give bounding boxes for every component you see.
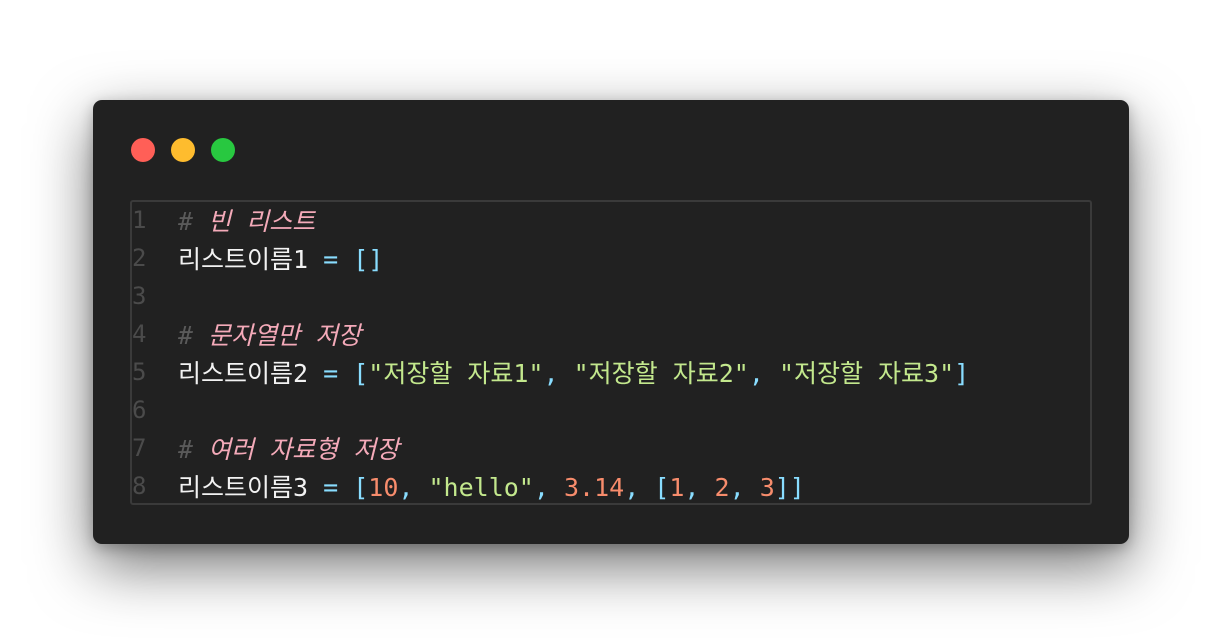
code-token-num: 3.14 [563, 473, 625, 502]
code-token-num: 10 [368, 473, 399, 502]
line-number: 2 [132, 244, 147, 272]
code-line: 1 # 빈 리스트 [132, 201, 315, 239]
code-token-op: , [729, 473, 760, 502]
line-number: 7 [132, 434, 147, 462]
line-number: 1 [132, 206, 147, 234]
maximize-window-button[interactable] [211, 138, 235, 162]
code-line: 5 리스트이름2 = ["저장할 자료1", "저장할 자료2", "저장할 자료… [132, 353, 969, 391]
code-token-hash: # [178, 435, 209, 464]
code-token-op: , [398, 473, 429, 502]
code-token-comment: 여러 자료형 저장 [208, 435, 400, 464]
code-token-op: , [684, 473, 715, 502]
code-token-op: , [748, 359, 779, 388]
code-line: 8 리스트이름3 = [10, "hello", 3.14, [1, 2, 3]] [132, 467, 805, 505]
code-token-ident: 리스트이름2 [178, 359, 309, 388]
code-text: # 빈 리스트 [178, 202, 315, 238]
code-token-hash: # [178, 321, 209, 350]
code-line: 3 [132, 277, 178, 315]
code-token-str: "저장할 자료3" [778, 359, 955, 388]
code-text: 리스트이름1 = [] [178, 240, 383, 276]
code-token-ident: 리스트이름3 [178, 473, 309, 502]
close-window-button[interactable] [131, 138, 155, 162]
code-text: # 문자열만 저장 [178, 316, 361, 352]
code-text: 리스트이름2 = ["저장할 자료1", "저장할 자료2", "저장할 자료3… [178, 354, 969, 390]
minimize-window-button[interactable] [171, 138, 195, 162]
code-line: 2 리스트이름1 = [] [132, 239, 383, 277]
code-token-op: ] [954, 359, 970, 388]
code-line: 7 # 여러 자료형 저장 [132, 429, 399, 467]
code-token-op: = [ [308, 473, 369, 502]
code-line: 4 # 문자열만 저장 [132, 315, 361, 353]
line-number: 5 [132, 358, 147, 386]
code-token-op: , [ [624, 473, 670, 502]
code-token-num: 1 [669, 473, 685, 502]
code-token-num: 3 [759, 473, 775, 502]
code-token-op: , [533, 473, 564, 502]
code-token-num: 2 [714, 473, 730, 502]
code-token-op: = [ [308, 359, 369, 388]
code-token-op: ]] [774, 473, 805, 502]
code-text: 리스트이름3 = [10, "hello", 3.14, [1, 2, 3]] [178, 468, 805, 504]
code-token-comment: 문자열만 저장 [208, 321, 362, 350]
code-token-op: , [543, 359, 574, 388]
code-line: 6 [132, 391, 178, 429]
code-token-op: = [] [308, 245, 384, 274]
code-window: 1 # 빈 리스트 2 리스트이름1 = [] 3 4 # 문자열만 저장 5 리스트이름2 =… [93, 100, 1129, 544]
code-text: # 여러 자료형 저장 [178, 430, 399, 466]
line-number: 6 [132, 396, 147, 424]
code-token-comment: 빈 리스트 [208, 207, 316, 236]
code-editor[interactable]: 1 # 빈 리스트 2 리스트이름1 = [] 3 4 # 문자열만 저장 5 리스트이름2 =… [130, 200, 1092, 505]
line-number: 3 [132, 282, 147, 310]
line-number: 4 [132, 320, 147, 348]
code-token-str: "저장할 자료2" [573, 359, 749, 388]
code-token-hash: # [178, 207, 209, 236]
code-token-ident: 리스트이름1 [178, 245, 309, 274]
line-number: 8 [132, 472, 147, 500]
code-token-str: "저장할 자료1" [368, 359, 544, 388]
code-token-str: "hello" [428, 473, 534, 502]
